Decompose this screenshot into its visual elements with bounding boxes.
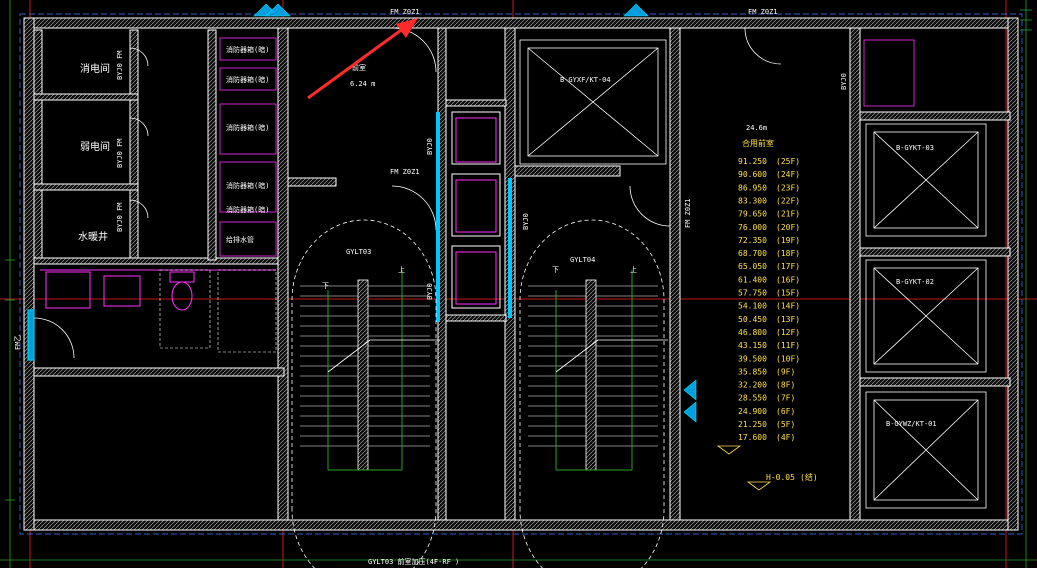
level-elevation: 68.700	[738, 249, 767, 258]
level-elevation: 83.300	[738, 196, 767, 205]
level-floor: (20F)	[776, 223, 800, 232]
ventilation-shafts	[436, 111, 512, 322]
lobby-area: 6.24 m	[350, 80, 375, 88]
level-elevation: 17.600	[738, 433, 767, 442]
level-elevation: 39.500	[738, 354, 767, 363]
room-label-xiao-dian: 消电间	[80, 62, 110, 75]
cabinet-label: 消防器箱(暗)	[226, 123, 269, 132]
room-tag: BYJ0 FM	[116, 50, 124, 80]
stair-name: GYLT03	[346, 248, 371, 256]
stair-up-label: 上	[398, 265, 405, 274]
level-floor: (10F)	[776, 354, 800, 363]
stair-gylt04: GYLT04 上 下	[519, 219, 668, 568]
level-elevation: 65.050	[738, 262, 767, 271]
level-elevation: 79.650	[738, 210, 767, 219]
entrance-door	[27, 309, 75, 361]
level-floor: (19F)	[776, 236, 800, 245]
byj-tag: BYJ0	[426, 138, 434, 155]
level-elevation: 72.350	[738, 236, 767, 245]
level-elevation: 50.450	[738, 315, 767, 324]
level-floor: (25F)	[776, 157, 800, 166]
axis-grid	[0, 0, 1037, 568]
level-floor: (4F)	[776, 433, 795, 442]
level-floor: (9F)	[776, 367, 795, 376]
elevator-label: B-GYWZ/KT-01	[886, 420, 937, 428]
level-floor: (11F)	[776, 341, 800, 350]
level-elevation: 90.600	[738, 170, 767, 179]
shared-lobby: 24.6m 合用前室	[742, 124, 774, 148]
stair-down-label: 下	[552, 266, 559, 274]
level-floor: (15F)	[776, 289, 800, 298]
level-floor: (23F)	[776, 183, 800, 192]
door-tag: FM Z0Z1	[390, 8, 420, 16]
level-floor: (12F)	[776, 328, 800, 337]
lobby: 前室 6.24 m FM Z0Z1 FM Z0Z1 FM Z0Z1 FM Z0Z…	[350, 8, 782, 231]
dimension-lines	[0, 0, 1037, 568]
level-floor: (24F)	[776, 170, 800, 179]
level-elevation: 28.550	[738, 394, 767, 403]
door-tag: FM Z0Z1	[748, 8, 778, 16]
level-elevation: 32.200	[738, 381, 767, 390]
elevator-label: B-GYKT-03	[896, 144, 934, 152]
elevator-label: B-GYKT-02	[896, 278, 934, 286]
level-floor: (22F)	[776, 196, 800, 205]
level-elevation: 54.100	[738, 302, 767, 311]
stair-up-label: 上	[630, 265, 637, 274]
level-elevation: 43.150	[738, 341, 767, 350]
level-base-note: (结)	[800, 472, 818, 482]
cabinet-label: 消防器箱(暗)	[226, 75, 269, 84]
door-tag: FM Z0Z1	[390, 168, 420, 176]
byj-tag: BYJ0	[426, 283, 434, 300]
room-tag: BYJ0 FM	[116, 138, 124, 168]
byj-tag: BYJ0	[840, 73, 848, 90]
bottom-caption: GYLT03 前室加压(4F-RF )	[368, 557, 459, 566]
hall-area: 24.6m	[746, 124, 767, 132]
level-table: 91.250 (25F) 90.600 (24F) 86.950 (23F) 83.300 (…	[738, 157, 800, 442]
stair-name: GYLT04	[570, 256, 595, 264]
level-floor: (17F)	[776, 262, 800, 271]
cabinet-column	[219, 37, 277, 257]
level-floor: (21F)	[776, 210, 800, 219]
cabinet-label: 消防器箱(暗)	[226, 45, 269, 54]
cabinet-label: 给排水管	[226, 235, 254, 244]
level-elevation: 76.000	[738, 223, 767, 232]
cabinet-label: 消防器箱(暗)	[226, 181, 269, 190]
floor-plan-drawing: 消电间 弱电间 水暖井 BYJ0 FM BYJ0 FM BYJ0 FM 消防器箱…	[0, 0, 1037, 568]
cabinet-label: 消防器箱(暗)	[226, 205, 269, 214]
level-base: H-0.05 (结)	[716, 445, 818, 491]
level-elevation: 46.800	[738, 328, 767, 337]
level-floor: (6F)	[776, 407, 795, 416]
stair-gylt03: GYLT03 上 下	[291, 219, 440, 568]
level-elevation: 61.400	[738, 275, 767, 284]
byj-tag: BYJ0	[522, 213, 530, 230]
level-floor: (16F)	[776, 275, 800, 284]
level-elevation: 24.900	[738, 407, 767, 416]
elevator-label: B-GYXF/KT-04	[560, 76, 611, 84]
door-tag: FM Z0Z1	[684, 198, 692, 228]
room-tag: BYJ0 FM	[116, 202, 124, 232]
cabinet-labels: 消防器箱(暗) 消防器箱(暗) 消防器箱(暗) 消防器箱(暗) 消防器箱(暗) …	[226, 45, 269, 244]
level-elevation: 57.750	[738, 289, 767, 298]
room-label-ruo-dian: 弱电间	[80, 140, 110, 153]
level-base-value: H-0.05	[766, 473, 795, 482]
toilet-fixtures	[40, 269, 276, 311]
level-floor: (18F)	[776, 249, 800, 258]
room-label-shui-guan: 水暖井	[78, 230, 108, 243]
hall-label: 合用前室	[742, 138, 774, 148]
fan-icon	[683, 379, 697, 423]
level-floor: (14F)	[776, 302, 800, 311]
level-floor: (7F)	[776, 394, 795, 403]
left-door-tag: FM乙	[14, 335, 22, 350]
level-elevation: 21.250	[738, 420, 767, 429]
level-floor: (13F)	[776, 315, 800, 324]
level-floor: (5F)	[776, 420, 795, 429]
interior-walls	[33, 27, 1011, 521]
level-elevation: 86.950	[738, 183, 767, 192]
stair-down-label: 下	[322, 282, 329, 290]
level-elevation: 91.250	[738, 157, 767, 166]
level-floor: (8F)	[776, 381, 795, 390]
level-elevation: 35.850	[738, 367, 767, 376]
